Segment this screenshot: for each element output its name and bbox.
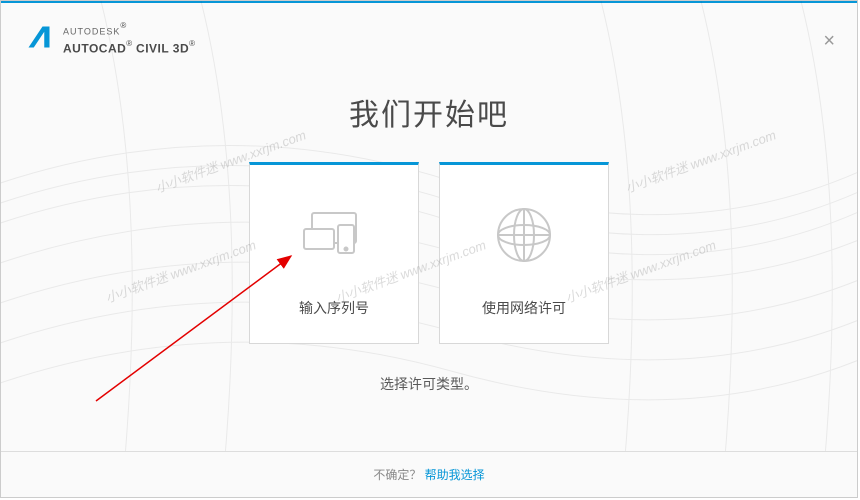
- options-container: 输入序列号 使用网络许可: [1, 162, 857, 344]
- page-title: 我们开始吧: [1, 90, 857, 134]
- subtitle-text: 选择许可类型。: [1, 374, 857, 394]
- serial-icon-area: [294, 190, 374, 280]
- network-card-label: 使用网络许可: [482, 298, 566, 318]
- globe-network-icon: [489, 200, 559, 270]
- brand-line-2: AUTOCAD® CIVIL 3D®: [63, 39, 195, 57]
- serial-card-label: 输入序列号: [299, 298, 369, 318]
- network-license-card[interactable]: 使用网络许可: [439, 162, 609, 344]
- autodesk-logo-icon: [25, 23, 53, 51]
- header-bar: AUTODESK® AUTOCAD® CIVIL 3D® ×: [1, 3, 857, 70]
- help-choose-link[interactable]: 帮助我选择: [425, 468, 485, 482]
- close-icon: ×: [823, 30, 835, 52]
- footer-bar: 不确定？ 帮助我选择: [1, 451, 857, 497]
- activation-window: AUTODESK® AUTOCAD® CIVIL 3D® × 我们开始吧: [0, 0, 858, 498]
- brand-text: AUTODESK® AUTOCAD® CIVIL 3D®: [63, 21, 195, 58]
- network-icon-area: [489, 190, 559, 280]
- close-button[interactable]: ×: [823, 31, 835, 51]
- main-content: 我们开始吧 输入序列号: [1, 70, 857, 394]
- brand-line-1: AUTODESK®: [63, 21, 195, 39]
- footer-prompt: 不确定？: [373, 468, 421, 482]
- devices-icon: [294, 205, 374, 265]
- enter-serial-card[interactable]: 输入序列号: [249, 162, 419, 344]
